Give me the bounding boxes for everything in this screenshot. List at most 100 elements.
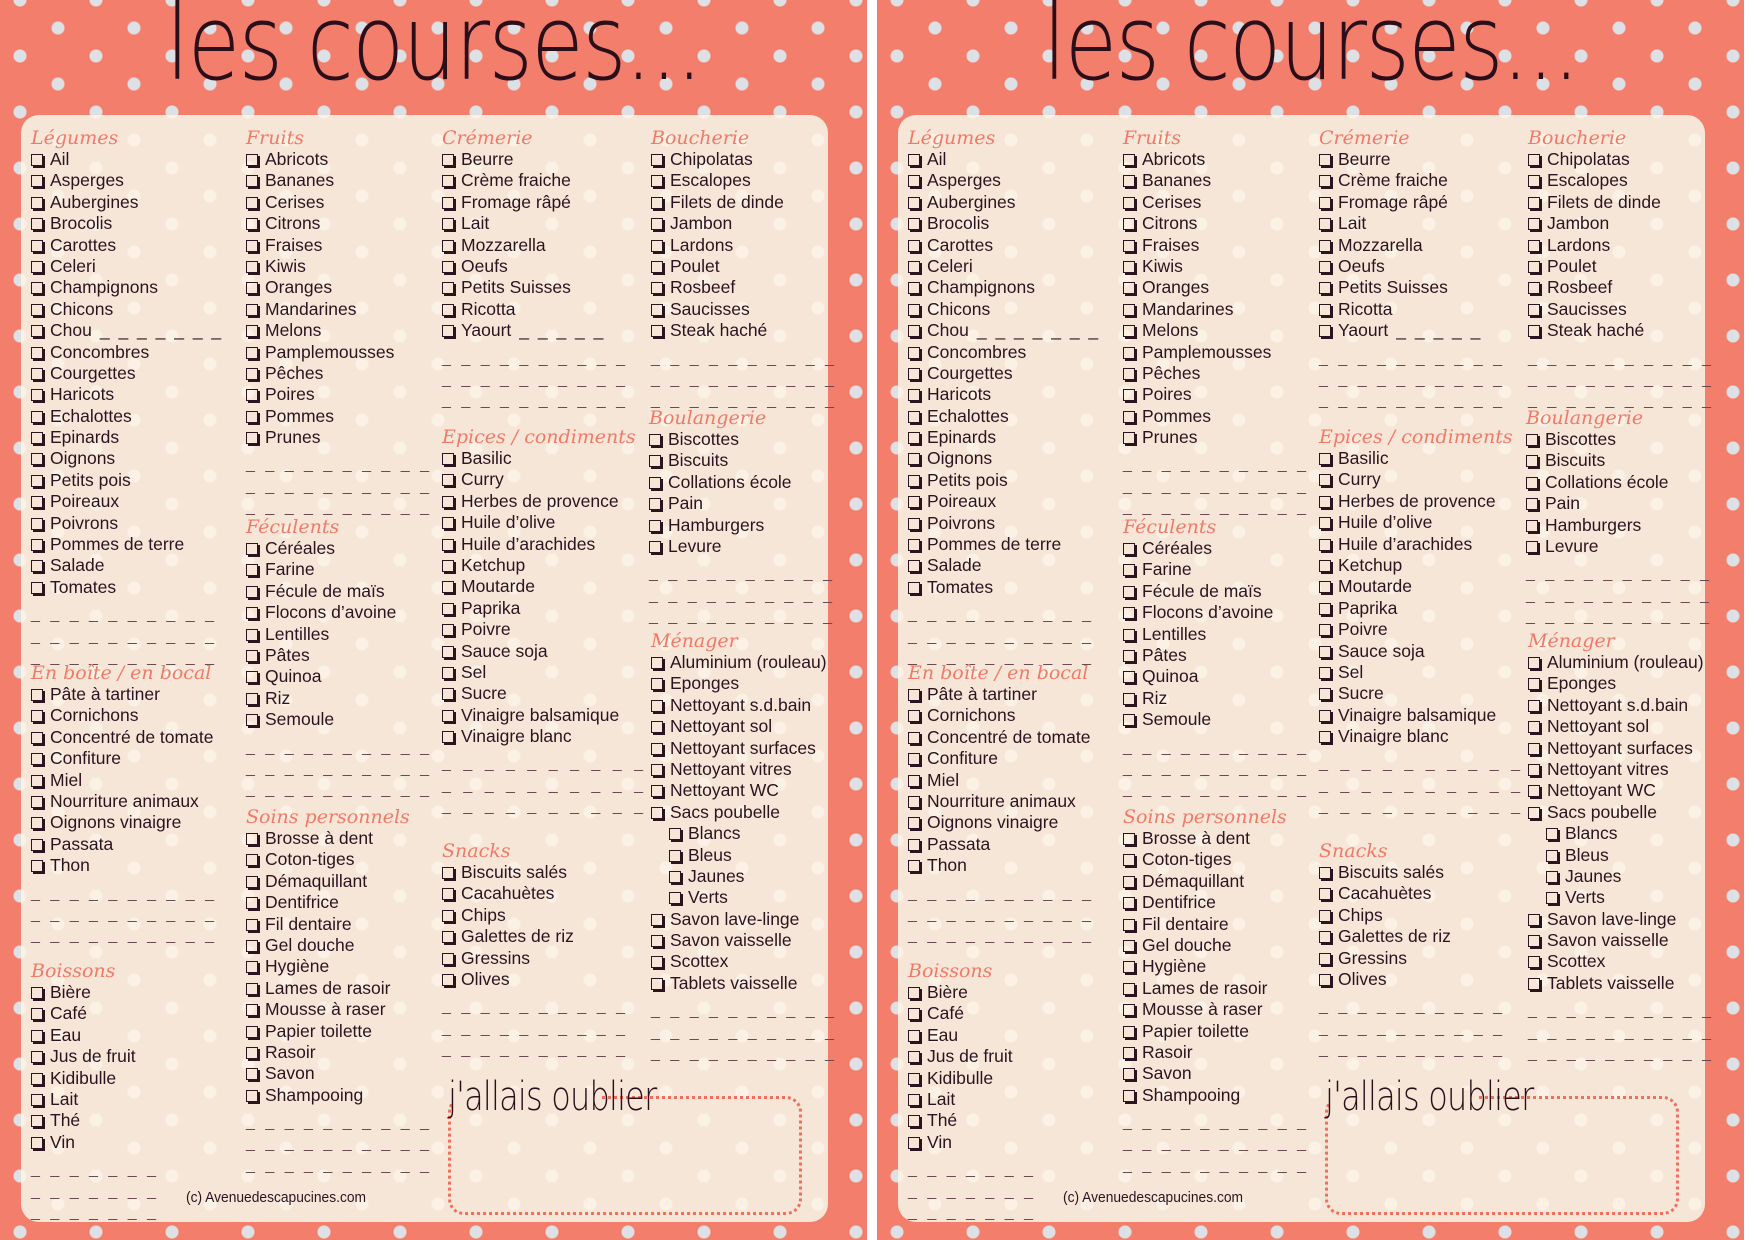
checkbox[interactable] bbox=[1123, 1025, 1135, 1038]
checkbox[interactable] bbox=[649, 498, 661, 511]
checkbox[interactable] bbox=[246, 585, 258, 598]
checkbox[interactable] bbox=[651, 977, 663, 990]
checkbox[interactable] bbox=[1123, 260, 1135, 273]
checklist-item[interactable]: Gel douche bbox=[1123, 935, 1309, 956]
checklist-item[interactable]: Herbes de provence bbox=[442, 491, 647, 512]
checkbox[interactable] bbox=[651, 218, 663, 231]
checklist-item[interactable]: Cerises bbox=[1123, 192, 1309, 213]
write-in-line[interactable]: _ _ _ _ _ _ _ _ _ _ bbox=[31, 604, 223, 625]
write-in-line[interactable]: _ _ _ _ _ _ _ _ _ _ bbox=[908, 626, 1100, 647]
write-in-line[interactable]: _ _ _ _ _ _ _ _ _ _ bbox=[1123, 454, 1309, 475]
checklist-item[interactable]: Coton-tiges bbox=[1123, 849, 1309, 870]
checkbox[interactable] bbox=[246, 897, 258, 910]
checklist-item[interactable]: Echalottes bbox=[31, 406, 223, 427]
checklist-item[interactable]: Lardons bbox=[1528, 235, 1714, 256]
checklist-item[interactable]: Concombres bbox=[908, 342, 1100, 363]
checklist-item[interactable]: Sel bbox=[442, 662, 647, 683]
checkbox[interactable] bbox=[1319, 218, 1331, 231]
checkbox[interactable] bbox=[1528, 699, 1540, 712]
checkbox[interactable] bbox=[31, 432, 43, 445]
checkbox[interactable] bbox=[31, 239, 43, 252]
checklist-item[interactable]: Nettoyant sol bbox=[651, 716, 837, 737]
checkbox[interactable] bbox=[1528, 806, 1540, 819]
write-in-line[interactable]: _ _ _ _ _ _ _ _ _ _ bbox=[908, 904, 1094, 925]
checklist-item[interactable]: Savon vaisselle bbox=[651, 930, 837, 951]
checklist-item[interactable]: Vinaigre balsamique bbox=[442, 705, 647, 726]
checkbox[interactable] bbox=[31, 1029, 43, 1042]
checklist-item[interactable]: Rosbeef bbox=[651, 277, 837, 298]
checkbox[interactable] bbox=[1319, 495, 1331, 508]
checklist-item[interactable]: Ketchup bbox=[442, 555, 647, 576]
checklist-item[interactable]: Verts bbox=[1528, 887, 1714, 908]
write-in-line[interactable]: _ _ _ _ _ _ _ _ _ _ bbox=[442, 753, 647, 774]
checklist-item[interactable]: Prunes bbox=[1123, 427, 1309, 448]
checkbox[interactable] bbox=[246, 1089, 258, 1102]
checklist-item[interactable]: Thon bbox=[31, 855, 217, 876]
checklist-item[interactable]: Démaquillant bbox=[246, 871, 432, 892]
checkbox[interactable] bbox=[442, 867, 454, 879]
checkbox[interactable] bbox=[651, 303, 663, 316]
checkbox[interactable] bbox=[908, 838, 920, 851]
checkbox[interactable] bbox=[31, 196, 43, 209]
checkbox[interactable] bbox=[442, 952, 454, 965]
checklist-item[interactable]: Fil dentaire bbox=[1123, 914, 1309, 935]
checklist-item[interactable]: Mandarines bbox=[1123, 299, 1309, 320]
checkbox[interactable] bbox=[31, 389, 43, 402]
checklist-item[interactable]: Savon bbox=[1123, 1063, 1309, 1084]
checkbox[interactable] bbox=[1526, 519, 1538, 532]
checklist-item[interactable]: Blancs bbox=[651, 823, 837, 844]
checkbox[interactable] bbox=[1528, 196, 1540, 209]
checkbox[interactable] bbox=[31, 496, 43, 509]
checkbox[interactable] bbox=[651, 956, 663, 969]
checklist-item[interactable]: Paprika bbox=[442, 598, 647, 619]
checklist-item[interactable]: Savon lave-linge bbox=[651, 909, 837, 930]
checkbox[interactable] bbox=[1123, 239, 1135, 252]
checklist-item[interactable]: Celeri bbox=[908, 256, 1100, 277]
checklist-item[interactable]: Café bbox=[31, 1003, 159, 1024]
checklist-item[interactable]: Hygiène bbox=[246, 956, 432, 977]
write-in-line[interactable]: _ _ _ _ _ _ _ _ _ _ bbox=[649, 585, 835, 606]
checkbox[interactable] bbox=[1319, 973, 1331, 986]
checklist-item[interactable]: Chipolatas bbox=[1528, 149, 1714, 170]
checklist-item[interactable]: Miel bbox=[31, 770, 217, 791]
checklist-item[interactable]: Vin bbox=[908, 1132, 1036, 1153]
checkbox[interactable] bbox=[1123, 1068, 1135, 1081]
checklist-item[interactable]: Nettoyant vitres bbox=[651, 759, 837, 780]
checklist-item[interactable]: Fromage râpé bbox=[442, 192, 628, 213]
checklist-item[interactable]: Scottex bbox=[1528, 951, 1714, 972]
checklist-item[interactable]: Dentifrice bbox=[1123, 892, 1309, 913]
checkbox[interactable] bbox=[442, 909, 454, 922]
checkbox[interactable] bbox=[1319, 517, 1331, 530]
checklist-item[interactable]: Yaourt _ _ _ _ _ bbox=[1319, 320, 1505, 341]
checklist-item[interactable]: Pommes de terre bbox=[31, 534, 223, 555]
checkbox[interactable] bbox=[442, 624, 454, 637]
checklist-item[interactable]: Biscottes bbox=[1526, 429, 1712, 450]
checkbox[interactable] bbox=[1319, 952, 1331, 965]
checklist-item[interactable]: Bière bbox=[908, 982, 1036, 1003]
checklist-item[interactable]: Tablets vaisselle bbox=[1528, 973, 1714, 994]
checklist-item[interactable]: Cornichons bbox=[908, 705, 1094, 726]
checklist-item[interactable]: Petits Suisses bbox=[442, 277, 628, 298]
checklist-item[interactable]: Nourriture animaux bbox=[31, 791, 217, 812]
write-in-line[interactable]: _ _ _ _ _ _ _ _ _ _ bbox=[1319, 348, 1505, 369]
write-in-line[interactable]: _ _ _ _ _ _ _ _ _ _ bbox=[31, 904, 217, 925]
checkbox[interactable] bbox=[31, 260, 43, 273]
checkbox[interactable] bbox=[442, 602, 454, 615]
checklist-item[interactable]: Collations école bbox=[649, 472, 835, 493]
checkbox[interactable] bbox=[1123, 564, 1135, 577]
checkbox[interactable] bbox=[246, 239, 258, 252]
checkbox[interactable] bbox=[908, 175, 920, 188]
checkbox[interactable] bbox=[1546, 849, 1558, 862]
checklist-item[interactable]: Abricots bbox=[1123, 149, 1309, 170]
checkbox[interactable] bbox=[1319, 867, 1331, 879]
checklist-item[interactable]: Biscuits bbox=[1526, 450, 1712, 471]
checklist-item[interactable]: Melons bbox=[246, 320, 432, 341]
checklist-item[interactable]: Melons bbox=[1123, 320, 1309, 341]
checkbox[interactable] bbox=[908, 1051, 920, 1064]
checkbox[interactable] bbox=[1123, 303, 1135, 316]
checklist-item[interactable]: Nettoyant s.d.bain bbox=[1528, 695, 1714, 716]
checklist-item[interactable]: Pommes bbox=[246, 406, 432, 427]
checklist-item[interactable]: Concentré de tomate bbox=[908, 727, 1094, 748]
checkbox[interactable] bbox=[1319, 175, 1331, 188]
checklist-item[interactable]: Huile d’olive bbox=[1319, 512, 1524, 533]
